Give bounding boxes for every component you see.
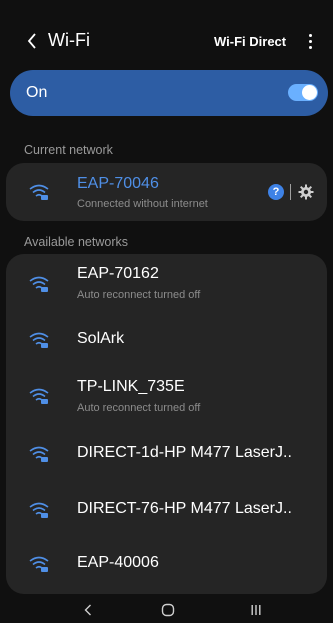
network-subtitle: Auto reconnect turned off: [77, 289, 201, 301]
info-icon[interactable]: ?: [268, 184, 284, 200]
network-name: SolArk: [77, 330, 125, 347]
home-circle-icon: [161, 603, 175, 617]
vertical-divider: [290, 184, 291, 200]
wifi-lock-icon: [29, 556, 49, 572]
network-name: DIRECT-76-HP M477 LaserJ..: [77, 500, 292, 517]
back-button[interactable]: [22, 28, 42, 54]
network-row[interactable]: DIRECT-76-HP M477 LaserJ..: [6, 480, 327, 536]
wifi-lock-icon: [29, 332, 49, 348]
network-row[interactable]: SolArk: [6, 310, 327, 366]
chevron-left-icon: [27, 33, 36, 49]
nav-back-icon: [84, 604, 91, 616]
wifi-master-toggle-card[interactable]: On: [10, 70, 328, 116]
wifi-toggle-label: On: [26, 84, 48, 101]
nav-recents-button[interactable]: [246, 600, 266, 620]
wifi-direct-button[interactable]: Wi-Fi Direct: [214, 34, 286, 49]
network-name: EAP-40006: [77, 554, 159, 571]
network-subtitle: Auto reconnect turned off: [77, 402, 201, 414]
more-vertical-icon: [308, 33, 312, 37]
network-name: DIRECT-1d-HP M477 LaserJ..: [77, 444, 292, 461]
more-options-button[interactable]: [300, 28, 320, 54]
recents-icon: [251, 605, 261, 615]
system-navigation-bar: [0, 598, 333, 623]
network-row[interactable]: DIRECT-1d-HP M477 LaserJ..: [6, 424, 327, 480]
available-networks-header: Available networks: [24, 235, 128, 249]
top-app-bar: Wi-Fi Wi-Fi Direct: [0, 16, 333, 66]
gear-icon[interactable]: [298, 184, 314, 200]
network-name: TP-LINK_735E: [77, 378, 185, 395]
wifi-lock-icon: [29, 276, 49, 292]
nav-back-button[interactable]: [78, 600, 98, 620]
current-network-status: Connected without internet: [77, 198, 208, 210]
network-row[interactable]: EAP-40006: [6, 536, 327, 592]
network-row[interactable]: TP-LINK_735E Auto reconnect turned off: [6, 366, 327, 422]
switch-knob: [302, 85, 317, 100]
wifi-lock-icon: [29, 388, 49, 404]
current-network-name: EAP-70046: [77, 175, 159, 192]
network-name: EAP-70162: [77, 265, 159, 282]
page-title: Wi-Fi: [48, 30, 90, 50]
network-row[interactable]: EAP-70162 Auto reconnect turned off: [6, 254, 327, 310]
current-network-row[interactable]: EAP-70046 Connected without internet ?: [6, 163, 327, 221]
available-networks-card: EAP-70162 Auto reconnect turned off SolA…: [6, 254, 327, 594]
nav-home-button[interactable]: [158, 600, 178, 620]
current-network-header: Current network: [24, 143, 113, 157]
wifi-lock-icon: [29, 184, 49, 200]
wifi-switch[interactable]: [288, 84, 318, 101]
wifi-lock-icon: [29, 446, 49, 462]
current-network-card: EAP-70046 Connected without internet ?: [6, 163, 327, 221]
wifi-lock-icon: [29, 502, 49, 518]
status-bar: [0, 0, 333, 16]
